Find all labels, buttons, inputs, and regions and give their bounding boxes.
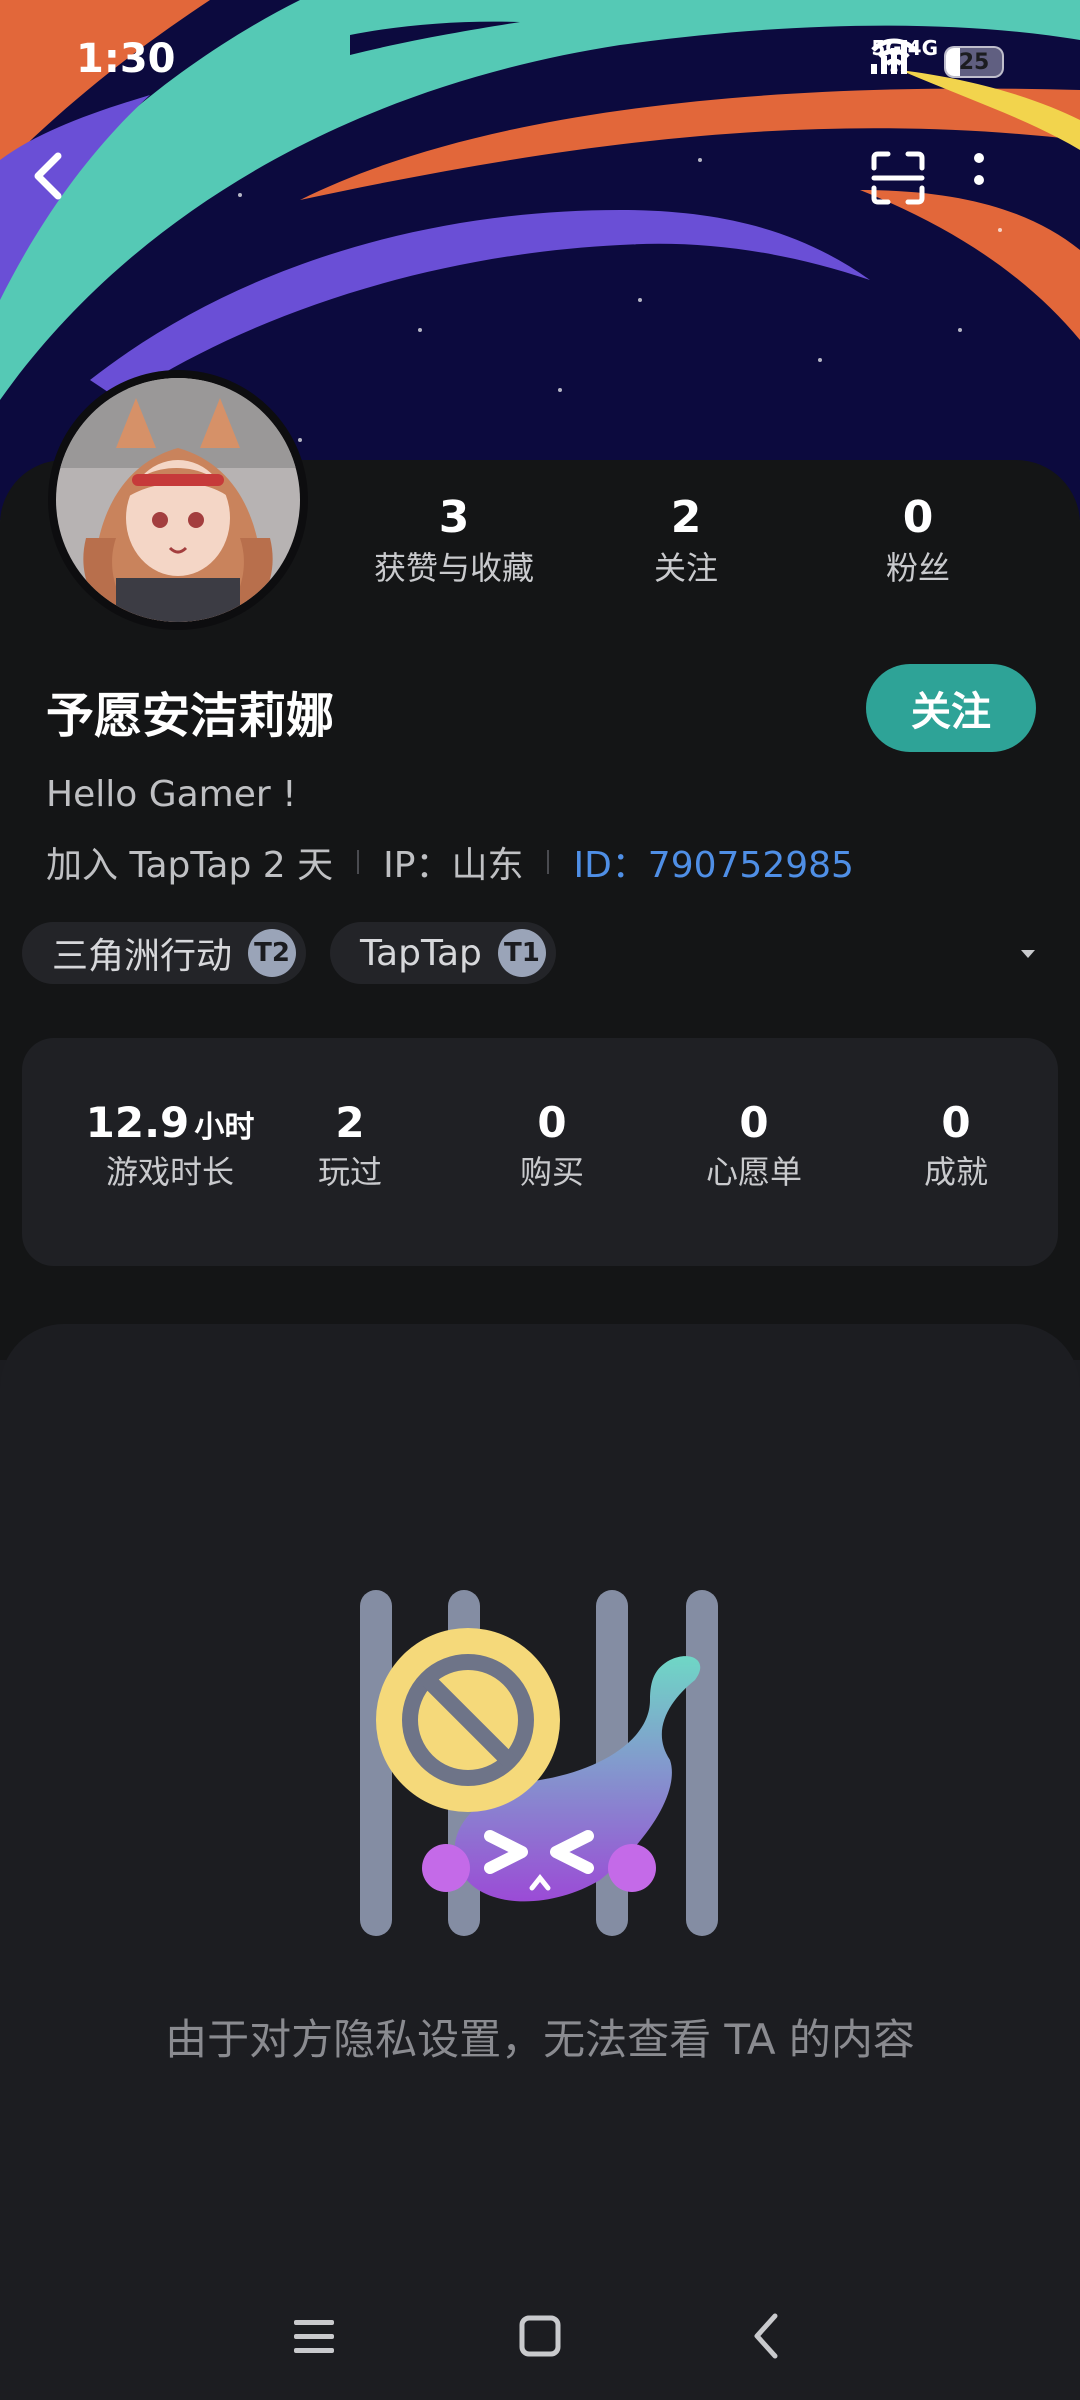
level-badge: T2 xyxy=(248,929,297,977)
purchased-value: 0 xyxy=(537,1098,567,1147)
stat-playtime[interactable]: 12.9 小时 游戏时长 xyxy=(70,1096,270,1194)
username: 予愿安洁莉娜 xyxy=(46,688,335,744)
home-square-icon xyxy=(519,2315,561,2357)
privacy-message: 由于对方隐私设置，无法查看 TA 的内容 xyxy=(165,2015,915,2064)
battery-icon: 25 xyxy=(944,46,1004,78)
back-triangle-icon xyxy=(754,2313,778,2359)
stat-following[interactable]: 2 关注 xyxy=(576,490,796,590)
status-icons: 5G 4G 25 xyxy=(871,36,1004,86)
stat-likes-label: 获赞与收藏 xyxy=(373,549,534,587)
profile-meta: 加入 TapTap 2 天 IP：山东 ID：790752985 xyxy=(46,836,854,888)
stat-followers-label: 粉丝 xyxy=(885,549,950,587)
nav-menu-button[interactable] xyxy=(274,2296,354,2376)
stat-followers[interactable]: 0 粉丝 xyxy=(808,490,1028,590)
menu-icon xyxy=(294,2320,334,2353)
divider xyxy=(547,850,550,874)
scan-button[interactable] xyxy=(870,150,950,230)
game-stats-card: 12.9 小时 游戏时长 2 玩过 0 购买 0 心愿单 0 成就 xyxy=(22,1038,1058,1266)
more-button[interactable] xyxy=(972,150,1052,230)
stat-following-value: 2 xyxy=(670,492,702,543)
playtime-value: 12.9 xyxy=(85,1098,190,1147)
game-tag-label: 三角洲行动 xyxy=(52,936,233,977)
level-badge: T1 xyxy=(497,929,546,977)
caret-down-icon xyxy=(1021,950,1035,958)
join-duration: 加入 TapTap 2 天 xyxy=(46,845,334,886)
scan-icon xyxy=(871,151,925,205)
user-id[interactable]: ID：790752985 xyxy=(573,836,853,888)
ip-location: IP：山东 xyxy=(383,845,524,886)
played-label: 玩过 xyxy=(317,1153,382,1191)
game-tag-label: TapTap xyxy=(360,932,482,974)
playtime-unit: 小时 xyxy=(194,1110,255,1145)
bio: Hello Gamer ! xyxy=(46,774,297,815)
achievements-value: 0 xyxy=(941,1098,971,1147)
privacy-locked-illustration xyxy=(360,1590,718,1936)
played-value: 2 xyxy=(335,1098,365,1147)
back-button[interactable] xyxy=(28,150,108,230)
avatar[interactable] xyxy=(48,370,308,630)
status-time: 1:30 xyxy=(76,36,176,82)
stat-purchased[interactable]: 0 购买 xyxy=(452,1096,652,1194)
game-tag-delta-force[interactable]: 三角洲行动 T2 xyxy=(22,922,307,984)
divider xyxy=(357,850,360,874)
stat-wishlist[interactable]: 0 心愿单 xyxy=(654,1096,854,1194)
avatar-image xyxy=(56,378,300,622)
stat-following-label: 关注 xyxy=(653,549,718,587)
tags-expand-button[interactable] xyxy=(1010,936,1046,972)
playtime-label: 游戏时长 xyxy=(105,1153,234,1191)
stat-followers-value: 0 xyxy=(902,492,934,543)
game-tag-taptap[interactable]: TapTap T1 xyxy=(330,922,556,984)
wifi-icon xyxy=(871,38,918,74)
nav-back-button[interactable] xyxy=(726,2296,806,2376)
more-vertical-icon xyxy=(974,153,984,185)
wishlist-label: 心愿单 xyxy=(705,1153,802,1191)
stat-played[interactable]: 2 玩过 xyxy=(250,1096,450,1194)
nav-home-button[interactable] xyxy=(500,2296,580,2376)
stat-likes[interactable]: 3 获赞与收藏 xyxy=(344,490,564,590)
achievements-label: 成就 xyxy=(923,1153,988,1191)
stat-achievements[interactable]: 0 成就 xyxy=(856,1096,1056,1194)
chevron-left-icon xyxy=(34,152,62,200)
follow-button[interactable]: 关注 xyxy=(866,664,1036,752)
stat-likes-value: 3 xyxy=(438,492,470,543)
wishlist-value: 0 xyxy=(739,1098,769,1147)
battery-level: 25 xyxy=(958,49,990,75)
purchased-label: 购买 xyxy=(519,1153,584,1191)
status-bar: 1:30 5G 4G 25 xyxy=(0,0,1080,120)
